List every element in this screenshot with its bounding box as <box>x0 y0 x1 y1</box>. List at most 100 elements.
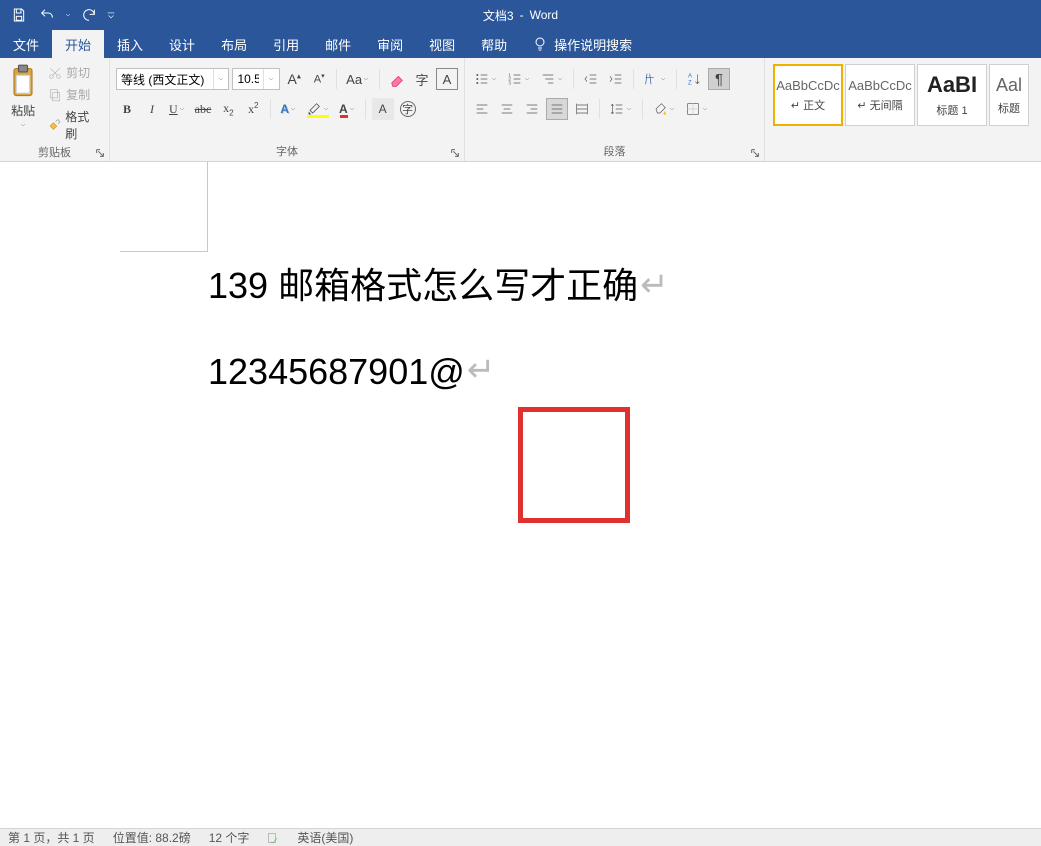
ribbon-tabs: 文件 开始 插入 设计 布局 引用 邮件 审阅 视图 帮助 操作说明搜索 <box>0 30 1041 58</box>
doc-line-2[interactable]: 12345687901@ ↵ <box>208 343 669 401</box>
undo-button[interactable] <box>34 2 60 28</box>
svg-text:A: A <box>688 74 692 80</box>
save-button[interactable] <box>6 2 32 28</box>
indent-icon <box>608 71 624 87</box>
tab-mailings[interactable]: 邮件 <box>312 30 364 58</box>
shading-button[interactable] <box>649 98 679 120</box>
increase-indent-button[interactable] <box>605 68 627 90</box>
margin-guide <box>120 162 208 252</box>
align-left-button[interactable] <box>471 98 493 120</box>
lightbulb-icon <box>532 36 548 52</box>
status-position[interactable]: 位置值: 88.2磅 <box>113 829 191 846</box>
bullets-button[interactable] <box>471 68 501 90</box>
style-title[interactable]: Aal 标题 <box>989 64 1029 126</box>
clipboard-dialog-launcher[interactable] <box>94 147 106 159</box>
numbering-icon: 123 <box>507 71 523 87</box>
style-normal[interactable]: AaBbCcDc ↵ 正文 <box>773 64 843 126</box>
change-case-button[interactable]: Aa <box>343 68 373 90</box>
align-justify-button[interactable] <box>546 98 568 120</box>
align-distributed-button[interactable] <box>571 98 593 120</box>
status-language[interactable]: 英语(美国) <box>297 829 353 846</box>
align-right-button[interactable] <box>521 98 543 120</box>
scissors-icon <box>48 66 62 80</box>
tell-me-search[interactable]: 操作说明搜索 <box>520 30 644 58</box>
cut-button[interactable]: 剪切 <box>44 62 103 83</box>
text-effects-button[interactable]: A <box>277 98 300 120</box>
tab-layout[interactable]: 布局 <box>208 30 260 58</box>
clear-formatting-button[interactable] <box>386 68 408 90</box>
decrease-indent-button[interactable] <box>580 68 602 90</box>
show-marks-button[interactable]: ¶ <box>708 68 730 90</box>
quick-access-toolbar <box>0 2 118 28</box>
tab-view[interactable]: 视图 <box>416 30 468 58</box>
group-label-paragraph: 段落 <box>604 146 626 158</box>
redo-button[interactable] <box>76 2 102 28</box>
tab-review[interactable]: 审阅 <box>364 30 416 58</box>
group-styles: AaBbCcDc ↵ 正文 AaBbCcDc ↵ 无间隔 AaBI 标题 1 A… <box>765 58 1041 161</box>
character-shading-button[interactable]: A <box>372 98 394 120</box>
italic-button[interactable]: I <box>141 98 163 120</box>
font-size-dropdown[interactable] <box>263 69 277 89</box>
paragraph-mark-icon: ↵ <box>467 344 496 398</box>
tab-file[interactable]: 文件 <box>0 30 52 58</box>
status-proofing[interactable] <box>267 832 279 844</box>
proofing-icon <box>267 832 279 844</box>
qat-customize[interactable] <box>104 2 118 28</box>
font-dialog-launcher[interactable] <box>449 147 461 159</box>
multilevel-list-button[interactable] <box>537 68 567 90</box>
line-spacing-button[interactable] <box>606 98 636 120</box>
tab-home[interactable]: 开始 <box>52 30 104 58</box>
highlight-button[interactable] <box>303 98 333 120</box>
font-size-combo[interactable] <box>232 68 280 90</box>
line-spacing-icon <box>609 101 625 117</box>
align-center-button[interactable] <box>496 98 518 120</box>
strikethrough-button[interactable]: abc <box>192 98 215 120</box>
tab-references[interactable]: 引用 <box>260 30 312 58</box>
document-body[interactable]: 139 邮箱格式怎么写才正确 ↵ 12345687901@ ↵ <box>208 257 669 400</box>
bold-button[interactable]: B <box>116 98 138 120</box>
underline-button[interactable]: U <box>166 98 189 120</box>
format-painter-button[interactable]: 格式刷 <box>44 106 103 144</box>
superscript-button[interactable]: x2 <box>242 98 264 120</box>
multilevel-icon <box>540 71 556 87</box>
enclose-characters-button[interactable]: 字 <box>397 98 419 120</box>
group-paragraph: 123 AZ ¶ <box>465 58 765 161</box>
paste-button[interactable]: 粘贴 <box>6 62 40 144</box>
doc-name: 文档3 <box>483 7 514 24</box>
borders-button[interactable] <box>682 98 712 120</box>
font-color-button[interactable]: A <box>336 98 359 120</box>
status-bar: 第 1 页，共 1 页 位置值: 88.2磅 12 个字 英语(美国) <box>0 828 1041 846</box>
subscript-button[interactable]: x2 <box>217 98 239 120</box>
grow-font-button[interactable]: A▴ <box>283 68 305 90</box>
copy-icon <box>48 88 62 102</box>
tell-me-label: 操作说明搜索 <box>554 35 632 54</box>
font-size-input[interactable] <box>233 69 263 89</box>
style-heading1[interactable]: AaBI 标题 1 <box>917 64 987 126</box>
asian-layout-button[interactable] <box>640 68 670 90</box>
document-workspace[interactable]: 139 邮箱格式怎么写才正确 ↵ 12345687901@ ↵ <box>0 162 1041 828</box>
status-page[interactable]: 第 1 页，共 1 页 <box>8 829 95 846</box>
tab-insert[interactable]: 插入 <box>104 30 156 58</box>
character-border-button[interactable]: A <box>436 68 458 90</box>
tab-help[interactable]: 帮助 <box>468 30 520 58</box>
status-word-count[interactable]: 12 个字 <box>209 829 250 846</box>
shrink-font-button[interactable]: A▾ <box>308 68 330 90</box>
title-bar: 文档3 - Word <box>0 0 1041 30</box>
tab-design[interactable]: 设计 <box>156 30 208 58</box>
borders-icon <box>685 101 701 117</box>
style-no-spacing[interactable]: AaBbCcDc ↵ 无间隔 <box>845 64 915 126</box>
paragraph-dialog-launcher[interactable] <box>749 147 761 159</box>
copy-button[interactable]: 复制 <box>44 84 103 105</box>
font-name-input[interactable] <box>117 69 213 89</box>
font-name-combo[interactable] <box>116 68 229 90</box>
numbering-button[interactable]: 123 <box>504 68 534 90</box>
bullets-icon <box>474 71 490 87</box>
font-name-dropdown[interactable] <box>213 69 227 89</box>
phonetic-guide-button[interactable]: 字 <box>411 68 433 90</box>
group-clipboard: 粘贴 剪切 复制 格式刷 剪贴板 <box>0 58 110 161</box>
undo-dropdown[interactable] <box>62 2 74 28</box>
paint-bucket-icon <box>652 101 668 117</box>
sort-button[interactable]: AZ <box>683 68 705 90</box>
annotation-red-box <box>518 407 630 523</box>
doc-line-1[interactable]: 139 邮箱格式怎么写才正确 ↵ <box>208 257 669 315</box>
